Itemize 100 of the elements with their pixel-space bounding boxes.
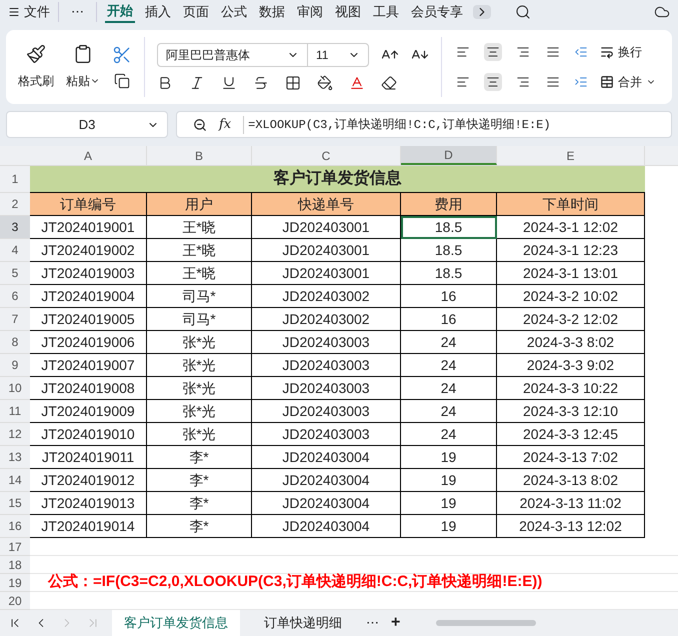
row-number[interactable]: 6 [0,285,30,308]
row-number[interactable]: 9 [0,354,30,377]
table-cell: JD202403001 [252,239,401,262]
ribbon-tab[interactable]: 数据 [257,2,287,22]
font-select[interactable]: 阿里巴巴普惠体 11 [157,43,369,67]
row-number[interactable]: 19 [0,574,30,592]
name-box[interactable]: D3 [6,111,168,138]
more-sheets-button[interactable]: ⋯ [366,613,379,633]
column-header[interactable]: D [401,146,497,165]
table-cell: JD202403003 [252,400,401,423]
header-cell: 费用 [401,193,497,216]
ribbon-tab[interactable]: 会员专享 [409,2,465,22]
table-cell: 16 [401,285,497,308]
row-number[interactable]: 20 [0,592,30,610]
sheet-tab[interactable]: 订单快递明细 [252,610,354,636]
row-number[interactable]: 8 [0,331,30,354]
ribbon-tab[interactable]: 视图 [333,2,363,22]
borders-icon[interactable] [285,75,301,91]
formula-field[interactable]: fx =XLOOKUP(C3,订单快递明细!C:C,订单快递明细!E:E) [176,111,672,138]
sheet-tab[interactable]: 客户订单发货信息 [112,610,240,636]
ribbon-tab[interactable]: 插入 [143,2,173,22]
row-number[interactable]: 18 [0,556,30,574]
table-cell: 2024-3-13 8:02 [497,469,645,492]
font-color-icon[interactable] [349,75,365,91]
table-cell: JT2024019001 [30,216,147,239]
indent-decrease-icon[interactable] [574,45,588,59]
merge-button[interactable]: 合并 [600,73,656,91]
header-cell: 订单编号 [30,193,147,216]
sheet-title: 客户订单发货信息 [30,166,645,193]
table-cell: JT2024019008 [30,377,147,400]
file-menu[interactable]: 文件 [8,2,50,22]
table-cell: 李* [147,446,252,469]
copy-icon[interactable] [114,73,130,89]
table-cell: 19 [401,446,497,469]
vertical-align-icon[interactable] [484,43,502,61]
row-number[interactable]: 11 [0,400,30,423]
row-number[interactable]: 12 [0,423,30,446]
paste-label[interactable]: 粘贴 [66,72,100,90]
header-cell: 用户 [147,193,252,216]
table-cell: 2024-3-2 10:02 [497,285,645,308]
table-cell: 24 [401,331,497,354]
fx-label: fx [219,116,232,134]
table-cell: JD202403004 [252,469,401,492]
ribbon-tab[interactable]: 工具 [371,2,401,22]
table-cell: JT2024019010 [30,423,147,446]
table-cell: 2024-3-3 12:45 [497,423,645,446]
strikethrough-icon[interactable] [253,75,269,91]
search-icon[interactable] [515,4,531,20]
table-cell: 2024-3-2 12:02 [497,308,645,331]
add-sheet-button[interactable]: + [391,611,400,635]
table-cell: 18.5 [401,262,497,285]
cloud-icon[interactable] [654,4,670,20]
header-cell: 快递单号 [252,193,401,216]
align-center-icon[interactable] [484,73,502,91]
table-cell: JD202403004 [252,446,401,469]
table-cell: 2024-3-3 9:02 [497,354,645,377]
table-cell: JT2024019003 [30,262,147,285]
row-number[interactable]: 2 [0,193,30,216]
eraser-icon[interactable] [381,75,397,91]
table-cell: 司马* [147,308,252,331]
ribbon-tab[interactable]: 审阅 [295,2,325,22]
column-header[interactable]: E [497,146,645,165]
underline-icon[interactable] [221,75,237,91]
fill-color-icon[interactable] [317,75,333,91]
row-number[interactable]: 5 [0,262,30,285]
clipboard-icon[interactable] [73,44,93,64]
row-number[interactable]: 1 [0,166,30,193]
brush-icon[interactable] [26,44,46,64]
scissors-icon[interactable] [112,45,132,65]
zoom-out-icon[interactable] [193,118,207,132]
more-menu[interactable]: ⋯ [58,2,97,22]
ribbon-tab[interactable]: 公式 [219,2,249,22]
row-number[interactable]: 7 [0,308,30,331]
menu-icon[interactable] [8,6,20,18]
format-painter-label[interactable]: 格式刷 [18,72,54,90]
table-cell: JT2024019012 [30,469,147,492]
table-cell: 2024-3-3 10:22 [497,377,645,400]
row-number[interactable]: 10 [0,377,30,400]
row-number[interactable]: 14 [0,469,30,492]
table-cell: JD202403003 [252,377,401,400]
row-number[interactable]: 13 [0,446,30,469]
header-cell: 下单时间 [497,193,645,216]
row-number[interactable]: 4 [0,239,30,262]
wrap-icon[interactable] [600,45,614,59]
row-number[interactable]: 3 [0,216,30,239]
table-cell: JD202403004 [252,515,401,538]
row-number[interactable]: 17 [0,538,30,556]
column-header[interactable]: A [30,146,147,165]
table-cell: 张*光 [147,354,252,377]
table-cell: JT2024019005 [30,308,147,331]
merge-cells-icon[interactable] [600,75,614,89]
indent-increase-icon[interactable] [574,75,588,89]
wrap-button[interactable]: 换行 [600,43,642,61]
row-number[interactable]: 16 [0,515,30,538]
column-header[interactable]: B [147,146,252,165]
italic-icon[interactable] [189,75,205,91]
ribbon-tab[interactable]: 开始 [105,1,135,23]
ribbon-tab[interactable]: 页面 [181,2,211,22]
row-number[interactable]: 15 [0,492,30,515]
table-cell: 18.5 [401,216,497,239]
